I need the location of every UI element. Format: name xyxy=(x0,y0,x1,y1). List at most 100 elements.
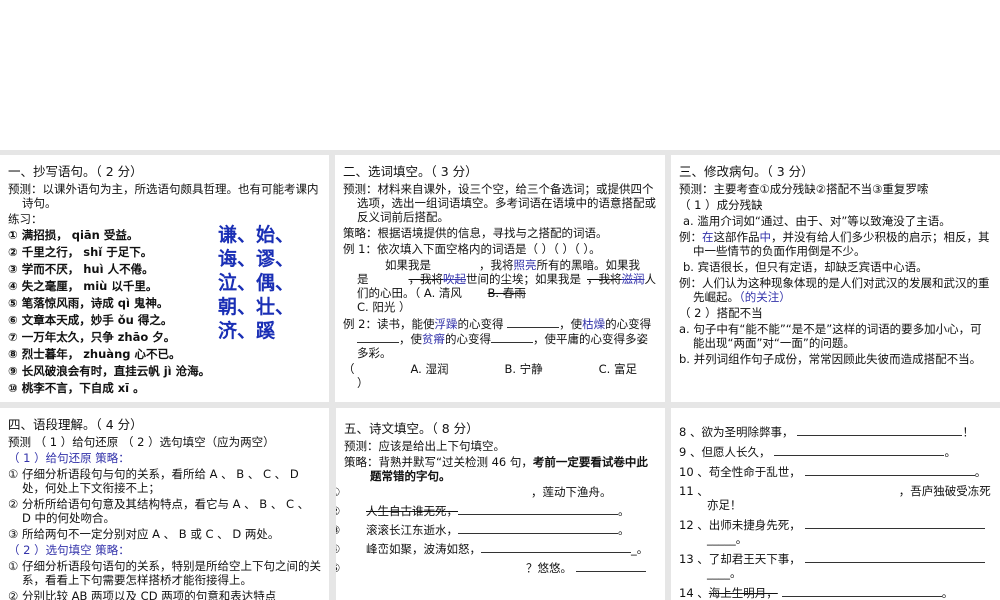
text-span: ，我将 xyxy=(587,272,622,286)
answer-line: 济、蹊 xyxy=(218,320,276,342)
practice-item: ⑨ 长风破浪会有时，直挂云帆 jì 沧海。 xyxy=(8,364,211,378)
answer-line: 谦、始、 xyxy=(218,224,295,246)
answer-blank xyxy=(804,551,985,563)
text-span: （的关注） xyxy=(739,290,791,304)
item-number: ④ xyxy=(336,542,366,556)
prediction: 预测 （ 1 ）给句还原 （ 2 ）选句填空（应为两空） xyxy=(8,435,275,449)
text-span: 浮躁 xyxy=(434,317,458,331)
item-number: ③ xyxy=(336,523,366,537)
item-suffix: 。 xyxy=(941,586,954,600)
subheading: （ 1 ）成分残缺 xyxy=(679,198,763,212)
strategy-item: ① 仔细分析语段句语句的关系，特别是所给空上下句之间的关系，看看上下句需要怎样搭… xyxy=(8,559,321,587)
text-span: 的心变得 xyxy=(605,317,652,331)
fill-item: ⑤ ？悠悠。 xyxy=(336,560,657,575)
fill-item: 9 、但愿人长久， 。 xyxy=(679,444,992,459)
text-span: 照亮 xyxy=(513,258,537,272)
practice-item: ⑧ 烈士暮年， zhuàng 心不已。 xyxy=(8,347,181,361)
rule-c: a. 句子中有“能不能”“是不是”这样的词语的要多加小心，可能出现“两面”对“一… xyxy=(679,322,982,350)
item-suffix: ！ xyxy=(962,425,974,439)
text-span: 如果我是 xyxy=(385,258,431,272)
item-number: 9 、 xyxy=(679,445,702,459)
text-span: 中 xyxy=(759,230,772,244)
practice-item: ⑩ 桃李不言，下自成 xī 。 xyxy=(8,381,145,395)
item-suffix: ，莲动下渔舟。 xyxy=(531,485,612,499)
item-suffix: 。 xyxy=(974,465,987,479)
strategy-item: ③ 所给两句不一定分别对应 A 、 B 或 C 、 D 两处。 xyxy=(8,527,280,541)
text-span: 这部作品 xyxy=(713,230,760,244)
item-suffix: 。 xyxy=(944,445,956,459)
text-span: 例 2：读书，能使 xyxy=(343,317,435,331)
rule-b: b. 宾语很长，但只有定语，却缺乏宾语中心语。 xyxy=(683,260,928,274)
text-span: ，使 xyxy=(399,332,422,346)
text-span: ，我将 xyxy=(408,272,444,286)
text-span: 滋润 xyxy=(621,272,645,286)
fill-item: ④峰峦如聚，波涛如怒， _。 xyxy=(336,541,657,556)
answer-line: 诲、谬、 xyxy=(218,248,295,270)
prediction: 预测：应该是给出上下句填空。 xyxy=(344,439,505,453)
fill-item: 11 、，吾庐独破受冻死亦足！ xyxy=(679,484,992,512)
text-span xyxy=(491,331,533,343)
item-prompt: 滚滚长江东逝水， xyxy=(366,523,458,537)
prediction: 预测：以课外语句为主，所选语句颇具哲理。也有可能考课内诗句。 xyxy=(8,182,319,210)
item-number: ⑤ xyxy=(336,561,366,575)
fill-item: 12 、出师未捷身先死，_____。 xyxy=(679,517,992,546)
fill-item: 14 、海上生明月， 。 xyxy=(679,585,992,600)
item-prompt: 但愿人长久， xyxy=(701,445,771,459)
item-number: 12 、 xyxy=(679,518,709,532)
panel-poetry: 五、诗文填空。（ 8 分） 预测：应该是给出上下句填空。 策略：背熟并默写“过关… xyxy=(336,408,665,600)
panel-copy-sentences: 一、抄写语句。（ 2 分） 预测：以课外语句为主，所选语句颇具哲理。也有可能考课… xyxy=(0,155,329,402)
fill-item: ③滚滚长江东逝水， 。 xyxy=(336,522,657,537)
panel-fix-sentences: 三、修改病句。（ 3 分） 预测：主要考查①成分残缺②搭配不当③重复罗嗦 （ 1… xyxy=(671,155,1000,402)
fill-item: ① ，莲动下渔舟。 xyxy=(336,485,657,499)
section-title: 一、抄写语句。（ 2 分） xyxy=(8,164,143,179)
item-prompt: 出师未捷身先死， xyxy=(708,518,801,532)
text-span: 枯燥 xyxy=(582,317,606,331)
text-span: 世间的尘埃；如果我是 xyxy=(466,272,581,286)
answer-blank xyxy=(458,522,618,534)
text-span: ，我将 xyxy=(479,258,514,272)
options: （ A. 湿润 B. 宁静 C. 富足 xyxy=(343,362,657,376)
answer-blank xyxy=(781,585,942,597)
strategy-item: ① 仔细分析语段句与句的关系，看所给 A 、 B 、 C 、 D 处，何处上下文… xyxy=(8,467,299,495)
text-span: 在 xyxy=(702,230,714,244)
prediction: 预测：材料来自课外，设三个空，给三个备选词；或提供四个选项，选出一组词语填空。多… xyxy=(343,182,656,224)
answer-blank xyxy=(804,517,985,529)
item-prompt: 苟全性命于乱世， xyxy=(708,465,801,479)
text-span: 吹起 xyxy=(443,272,466,286)
text-span: B. 春雨 xyxy=(487,286,526,300)
panel-paragraph: 四、语段理解。（ 4 分） 预测 （ 1 ）给句还原 （ 2 ）选句填空（应为两… xyxy=(0,408,329,600)
answer-characters: 谦、始、 诲、谬、 泣、偶、 朝、壮、 济、蹊 xyxy=(218,223,294,343)
item-suffix: _____。 xyxy=(707,532,748,546)
answer-blank xyxy=(804,464,975,476)
strategy-heading-2: （ 2 ）选句填空 策略： xyxy=(8,543,130,557)
strategy-heading-1: （ 1 ）给句还原 策略： xyxy=(8,451,130,465)
text-span: 贫瘠 xyxy=(422,332,445,346)
text-span: C. 富足 xyxy=(598,362,637,376)
strategy: 策略：根据语境提供的信息，寻找与之搭配的词语。 xyxy=(343,226,608,240)
item-number: 11 、 xyxy=(679,484,709,498)
example-2-text: 例 2：读书，能使浮躁的心变得 ，使枯燥的心变得，使贫瘠的心变得 ，使平庸的心变得… xyxy=(343,316,657,360)
text-span: 例： xyxy=(679,230,702,244)
item-number: ② xyxy=(336,504,366,518)
text-span: （ xyxy=(343,362,355,376)
section-title: 五、诗文填空。（ 8 分） xyxy=(344,421,479,436)
example-1-text: 如果我是 ，我将照亮所有的黑暗。如果我是 ，我将吹起世间的尘埃；如果我是 ，我将滋润人… xyxy=(343,258,657,314)
text-span: 的心变得 xyxy=(457,317,504,331)
example-1-title: 例 1：依次填入下面空格内的词语是（ ）（ ）（ ）。 xyxy=(343,242,601,256)
text-span: 例：人们认为这种现象体现的是人们对武汉的发展和武汉的重先崛起。 xyxy=(679,276,990,304)
panel-poetry-continued: 8 、欲为圣明除弊事， ！ 9 、但愿人长久， 。 10 、苟全性命于乱世， 。 11 、，… xyxy=(671,408,1000,600)
answer-line: 朝、壮、 xyxy=(218,296,295,318)
section-title: 三、修改病句。（ 3 分） xyxy=(679,164,814,179)
strategy: 策略：背熟并默写“过关检测 46 句，考前一定要看试卷中此题常错的字句。 xyxy=(344,455,657,483)
prediction: 预测：主要考查①成分残缺②搭配不当③重复罗嗦 xyxy=(679,182,929,196)
item-suffix: ，吾庐独破受冻死亦足！ xyxy=(707,484,991,512)
item-prompt: 峰峦如聚，波涛如怒， xyxy=(366,542,481,556)
section-title: 二、选词填空。（ 3 分） xyxy=(343,164,478,179)
answer-blank xyxy=(481,541,631,553)
text-span xyxy=(357,331,399,343)
item-suffix: ？悠悠。 xyxy=(526,561,572,575)
answer-blank xyxy=(774,444,945,456)
fill-item: ②人生自古谁无死， 。 xyxy=(336,503,657,518)
answer-blank xyxy=(576,560,646,572)
text-span xyxy=(507,316,560,328)
